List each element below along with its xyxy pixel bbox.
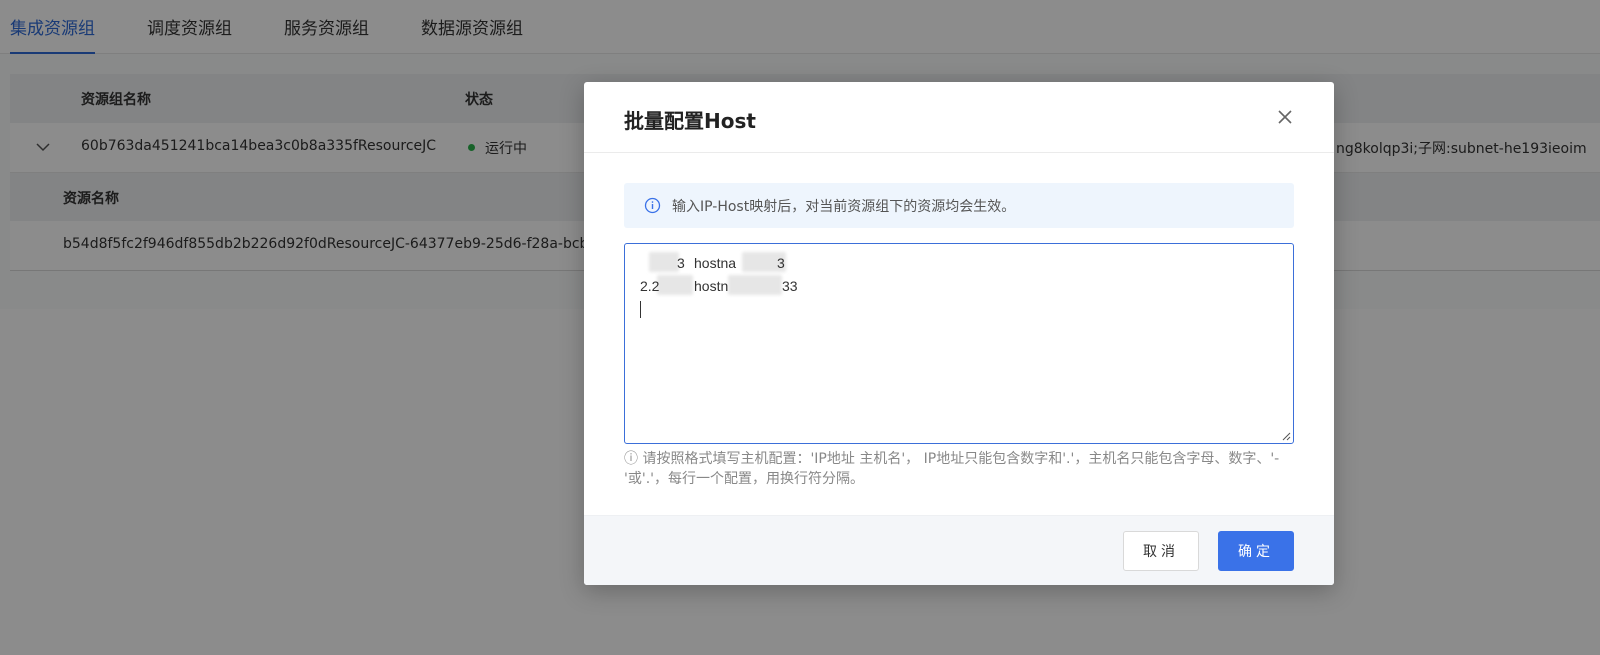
info-icon [644,197,661,214]
batch-host-config-dialog: 批量配置Host 输入IP-Host映射后，对当前资源组下的资源均会生效。 3 … [584,82,1334,585]
dialog-title: 批量配置Host [624,109,756,133]
info-banner: 输入IP-Host映射后，对当前资源组下的资源均会生效。 [624,183,1294,228]
redacted-hostname [728,275,782,295]
textarea-line-host-fragment: hostna [694,255,737,271]
resize-handle-icon[interactable] [1281,431,1291,441]
format-hint: ⓘ 请按照格式填写主机配置：'IP地址 主机名'， IP地址只能包含数字和'.'… [624,451,1280,487]
textarea-line-suffix: 33 [782,278,798,294]
textarea-line-host-fragment: hostn [694,278,729,294]
host-config-textarea[interactable]: 3 hostna 3 2.2 hostn 33 [624,243,1294,444]
dialog-header: 批量配置Host [584,82,1334,153]
textarea-line-ip-fragment: 2.2 [640,278,660,294]
cancel-button[interactable]: 取消 [1123,531,1199,571]
textarea-line-suffix: 3 [777,255,785,271]
dialog-footer: 取消 确定 [584,515,1334,585]
text-caret [640,301,641,318]
textarea-line-ip-fragment: 3 [677,255,685,271]
info-text: 输入IP-Host映射后，对当前资源组下的资源均会生效。 [672,199,1016,215]
confirm-button[interactable]: 确定 [1218,531,1294,571]
redacted-ip [657,275,693,295]
redacted-ip [649,252,679,272]
close-icon[interactable] [1274,106,1296,128]
